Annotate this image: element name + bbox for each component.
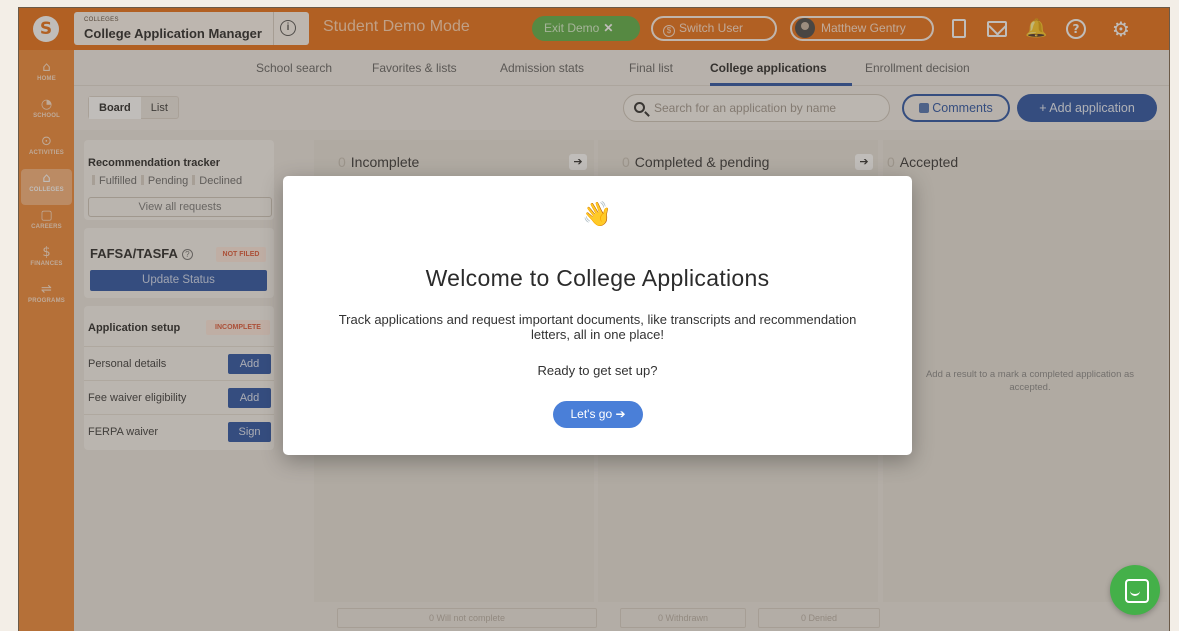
- modal-title: Welcome to College Applications: [425, 265, 770, 291]
- chat-icon[interactable]: [1110, 565, 1160, 615]
- waving-hand-icon: 👋: [582, 200, 612, 228]
- modal-description: Track applications and request important…: [338, 312, 857, 342]
- modal-question: Ready to get set up?: [537, 363, 658, 378]
- lets-go-button[interactable]: Let's go ➔: [553, 401, 643, 428]
- welcome-modal: 👋 Welcome to College Applications Track …: [283, 176, 912, 455]
